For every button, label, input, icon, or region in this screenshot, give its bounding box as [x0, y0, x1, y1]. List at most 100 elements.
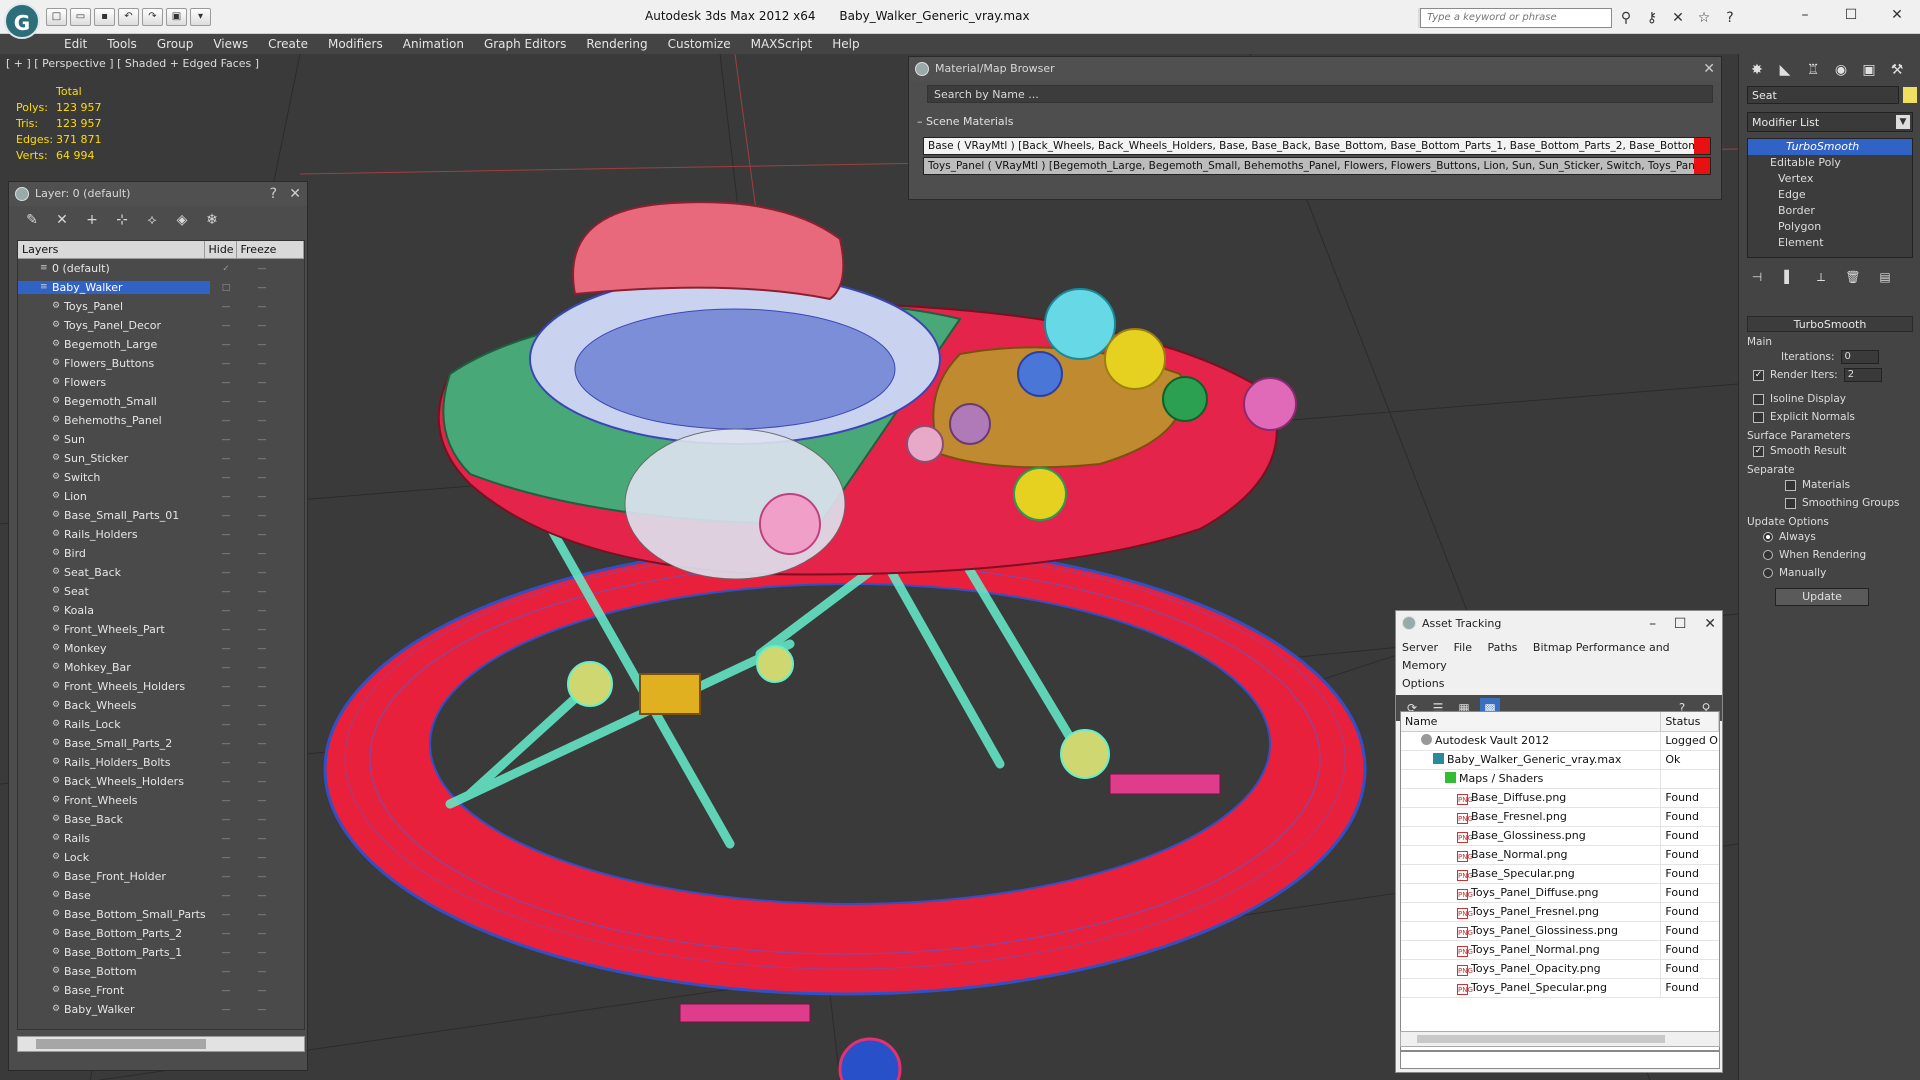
freeze-toggle[interactable]: — [242, 359, 282, 369]
freeze-toggle[interactable]: — [242, 853, 282, 863]
material-row[interactable]: Toys_Panel ( VRayMtl ) [Begemoth_Large, … [923, 157, 1711, 175]
open-file-icon[interactable]: ▭ [70, 8, 91, 26]
maximize-icon[interactable]: ☐ [1828, 0, 1874, 30]
layer-object-row[interactable]: ⚙ Toys_Panel_Decor — — [18, 316, 304, 335]
hide-toggle[interactable]: — [210, 663, 242, 673]
hide-toggle[interactable]: — [210, 302, 242, 312]
menu-help[interactable]: Help [822, 34, 869, 54]
freeze-toggle[interactable]: — [242, 929, 282, 939]
freeze-toggle[interactable]: — [242, 720, 282, 730]
layer-object-row[interactable]: ⚙ Base_Bottom_Parts_2 — — [18, 924, 304, 943]
current-layer-box-icon[interactable]: □ [210, 283, 242, 293]
favorites-star-icon[interactable]: ☆ [1694, 8, 1714, 28]
highlight-layer-icon[interactable]: ⟡ [141, 210, 163, 230]
asset-row[interactable]: PNGToys_Panel_Glossiness.png Found [1401, 922, 1719, 941]
freeze-toggle[interactable]: — [242, 321, 282, 331]
asset-menu-server[interactable]: Server [1402, 641, 1438, 654]
render-iters-checkbox[interactable]: ✓ [1753, 369, 1764, 381]
layer-object-row[interactable]: ⚙ Back_Wheels_Holders — — [18, 772, 304, 791]
minimize-icon[interactable]: – [1782, 0, 1828, 30]
asset-row[interactable]: PNGBase_Diffuse.png Found [1401, 789, 1719, 808]
layer-object-row[interactable]: ⚙ Monkey — — [18, 639, 304, 658]
object-color-swatch[interactable] [1903, 87, 1917, 103]
layer-object-row[interactable]: ⚙ Sun — — [18, 430, 304, 449]
freeze-toggle[interactable]: — [242, 530, 282, 540]
layer-object-row[interactable]: ⚙ Base_Bottom — — [18, 962, 304, 981]
exchange-icon[interactable]: ✕ [1668, 8, 1688, 28]
viewport-label[interactable]: [ + ] [ Perspective ] [ Shaded + Edged F… [6, 57, 259, 70]
freeze-toggle[interactable]: — [242, 511, 282, 521]
freeze-toggle[interactable]: — [242, 473, 282, 483]
hide-toggle[interactable]: — [210, 606, 242, 616]
layer-object-row[interactable]: ⚙ Mohkey_Bar — — [18, 658, 304, 677]
layer-object-row[interactable]: ⚙ Base_Small_Parts_2 — — [18, 734, 304, 753]
asset-row[interactable]: Baby_Walker_Generic_vray.max Ok [1401, 751, 1719, 770]
hide-toggle[interactable]: — [210, 340, 242, 350]
display-tab-icon[interactable]: ▣ [1857, 58, 1881, 82]
freeze-toggle[interactable]: — [242, 777, 282, 787]
modifier-list-dropdown[interactable]: Modifier List ▼ [1747, 112, 1913, 132]
isoline-checkbox[interactable] [1753, 393, 1764, 405]
menu-create[interactable]: Create [258, 34, 318, 54]
layer-object-row[interactable]: ⚙ Base_Front — — [18, 981, 304, 1000]
create-tab-icon[interactable]: ✸ [1745, 58, 1769, 82]
hide-toggle[interactable]: — [210, 948, 242, 958]
freeze-toggle[interactable]: — [242, 568, 282, 578]
freeze-toggle[interactable]: — [242, 416, 282, 426]
freeze-toggle[interactable]: — [242, 549, 282, 559]
hide-toggle[interactable]: — [210, 397, 242, 407]
make-unique-icon[interactable]: ⟂ [1811, 270, 1831, 288]
material-browser-titlebar[interactable]: Material/Map Browser ✕ [909, 57, 1721, 81]
freeze-toggle[interactable]: — [242, 492, 282, 502]
freeze-toggle[interactable]: — [242, 397, 282, 407]
layer-object-row[interactable]: ⚙ Seat — — [18, 582, 304, 601]
hide-toggle[interactable]: — [210, 777, 242, 787]
freeze-toggle[interactable]: — [242, 758, 282, 768]
layer-object-row[interactable]: ⚙ Seat_Back — — [18, 563, 304, 582]
menu-edit[interactable]: Edit [54, 34, 97, 54]
smooth-result-checkbox[interactable]: ✓ [1753, 445, 1764, 457]
layer-object-row[interactable]: ⚙ Switch — — [18, 468, 304, 487]
hide-toggle[interactable]: — [210, 986, 242, 996]
freeze-toggle[interactable]: — [242, 264, 282, 274]
freeze-toggle[interactable]: — [242, 986, 282, 996]
column-hide[interactable]: Hide [205, 241, 237, 258]
hide-toggle[interactable]: — [210, 853, 242, 863]
asset-menu-bitmap-performance[interactable]: Bitmap Performance and Memory [1402, 641, 1670, 672]
iterations-spinner[interactable]: 0 [1840, 350, 1879, 364]
hide-toggle[interactable]: — [210, 625, 242, 635]
layer-object-row[interactable]: ⚙ Rails_Holders_Bolts — — [18, 753, 304, 772]
hide-toggle[interactable]: — [210, 720, 242, 730]
freeze-toggle[interactable]: — [242, 340, 282, 350]
asset-row[interactable]: PNGToys_Panel_Fresnel.png Found [1401, 903, 1719, 922]
stack-item-turbosmooth[interactable]: TurboSmooth [1748, 139, 1912, 155]
motion-tab-icon[interactable]: ◉ [1829, 58, 1853, 82]
layer-object-row[interactable]: ⚙ Base — — [18, 886, 304, 905]
show-end-result-icon[interactable]: ▌ [1779, 270, 1799, 288]
app-logo-icon[interactable]: G [4, 3, 40, 39]
explicit-normals-checkbox[interactable] [1753, 411, 1764, 423]
menu-tools[interactable]: Tools [97, 34, 147, 54]
menu-maxscript[interactable]: MAXScript [741, 34, 823, 54]
hide-toggle[interactable]: — [210, 891, 242, 901]
help-button[interactable]: ? [270, 182, 277, 206]
asset-horizontal-scrollbar[interactable] [1400, 1031, 1720, 1047]
create-layer-icon[interactable]: ✎ [21, 210, 43, 230]
hide-toggle[interactable]: — [210, 416, 242, 426]
close-icon[interactable]: ✕ [1704, 616, 1716, 632]
asset-row[interactable]: PNGBase_Glossiness.png Found [1401, 827, 1719, 846]
layer-object-row[interactable]: ⚙ Begemoth_Small — — [18, 392, 304, 411]
layer-row-baby-walker[interactable]: ≡ Baby_Walker □ — [18, 278, 304, 297]
layer-object-row[interactable]: ⚙ Lock — — [18, 848, 304, 867]
stack-item-polygon[interactable]: Polygon [1748, 219, 1912, 235]
new-file-icon[interactable]: □ [46, 8, 67, 26]
freeze-toggle[interactable]: — [242, 606, 282, 616]
freeze-toggle[interactable]: — [242, 625, 282, 635]
project-folder-icon[interactable]: ▣ [166, 8, 187, 26]
menu-animation[interactable]: Animation [393, 34, 474, 54]
freeze-all-icon[interactable]: ❄ [201, 210, 223, 230]
hide-toggle[interactable]: — [210, 587, 242, 597]
hide-toggle[interactable]: — [210, 758, 242, 768]
asset-row[interactable]: PNGBase_Specular.png Found [1401, 865, 1719, 884]
hide-toggle[interactable]: — [210, 929, 242, 939]
